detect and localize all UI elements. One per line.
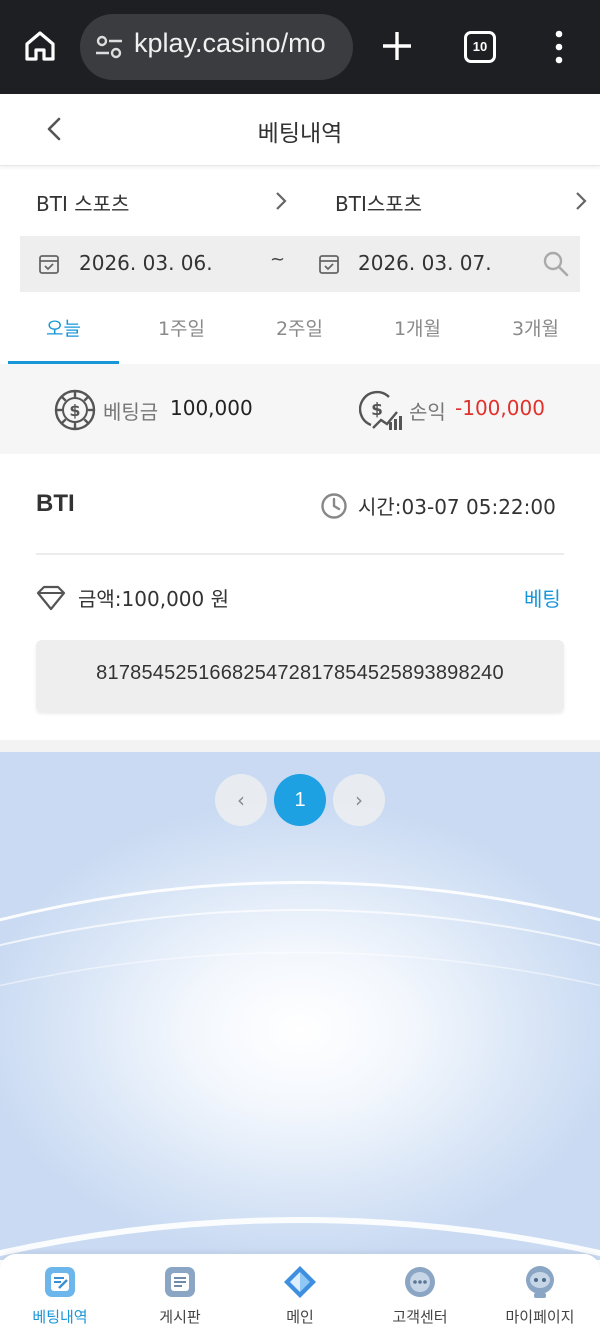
bet-amount: 금액:100,000 원 — [78, 587, 230, 611]
date-separator: ~ — [270, 249, 286, 270]
period-tabs: 오늘 1주일 2주일 1개월 3개월 — [8, 292, 600, 364]
board-icon — [165, 1267, 195, 1297]
date-from-field[interactable]: 2026. 03. 06. — [79, 251, 213, 275]
page-header: 베팅내역 — [0, 94, 600, 166]
diamond-icon — [36, 585, 66, 611]
tab-switcher-button[interactable]: 10 — [464, 31, 496, 63]
page-title: 베팅내역 — [257, 121, 343, 147]
bet-id-box: 81785452516682547281785452589389824​0 — [36, 640, 564, 712]
nav-item-board[interactable]: 게시판 — [120, 1254, 240, 1334]
pagination-next-button[interactable]: › — [333, 774, 385, 826]
tab-2-weeks[interactable]: 2주일 — [244, 292, 355, 364]
site-settings-icon[interactable] — [94, 34, 124, 60]
nav-item-bet-history[interactable]: 베팅내역 — [0, 1254, 120, 1334]
profit-label: 손익 — [409, 400, 446, 424]
search-icon[interactable] — [542, 250, 570, 278]
nav-item-main[interactable]: 메인 — [240, 1254, 360, 1334]
user-face-icon — [526, 1266, 554, 1298]
pagination-prev-button[interactable]: ‹ — [215, 774, 267, 826]
nav-label-my-page: 마이페이지 — [505, 1308, 575, 1326]
tab-1-week[interactable]: 1주일 — [126, 292, 237, 364]
provider-selector-right-label: BTI스포츠 — [335, 192, 423, 216]
new-tab-icon[interactable] — [380, 29, 414, 63]
provider-selector-left-label: BTI 스포츠 — [36, 192, 130, 216]
tab-3-months[interactable]: 3개월 — [480, 292, 591, 364]
bet-history-icon — [45, 1267, 75, 1297]
nav-label-board: 게시판 — [159, 1308, 201, 1326]
pagination-page-current[interactable]: 1 — [274, 774, 326, 826]
provider-selector-left[interactable]: BTI 스포츠 — [0, 166, 300, 236]
tab-1-month[interactable]: 1개월 — [362, 292, 473, 364]
svg-text:$: $ — [69, 401, 80, 420]
home-icon[interactable] — [22, 28, 58, 64]
more-menu-icon[interactable] — [552, 30, 566, 64]
profit-value: -100,000 — [455, 396, 545, 420]
date-to-field[interactable]: 2026. 03. 07. — [358, 251, 492, 275]
address-bar[interactable]: kplay.casino/mo — [80, 14, 353, 80]
chevron-right-icon — [276, 192, 287, 210]
calendar-icon — [319, 255, 339, 274]
bet-amount-label: 베팅금 — [103, 400, 159, 424]
url-text[interactable]: kplay.casino/mo — [134, 28, 326, 59]
profit-chart-icon: $ — [359, 390, 402, 430]
svg-text:$: $ — [371, 400, 383, 420]
chevron-right-icon — [576, 192, 587, 210]
clock-icon — [321, 493, 347, 519]
nav-label-main: 메인 — [286, 1308, 314, 1326]
tab-today[interactable]: 오늘 — [8, 292, 119, 364]
card-divider — [36, 553, 564, 555]
bet-summary: $ 베팅금 100,000 $ 손익 -100,000 — [0, 364, 600, 454]
nav-item-my-page[interactable]: 마이페이지 — [480, 1254, 600, 1334]
provider-selector-right[interactable]: BTI스포츠 — [300, 166, 600, 236]
bottom-navigation: 베팅내역 게시판 메인 고객센터 마이페이지 — [0, 1254, 600, 1334]
bet-provider: BTI — [36, 490, 75, 517]
chat-icon — [405, 1267, 435, 1297]
chip-dollar-icon: $ — [54, 389, 96, 431]
calendar-icon — [39, 255, 59, 274]
bet-amount-value: 100,000 — [170, 396, 253, 420]
bet-record-card: BTI 시간:03-07 05:22:00 금액:100,000 원 베팅 81… — [0, 454, 600, 740]
bet-time: 시간:03-07 05:22:00 — [358, 495, 556, 519]
nav-label-customer-center: 고객센터 — [392, 1308, 448, 1326]
browser-toolbar: kplay.casino/mo 10 — [0, 0, 600, 94]
date-range-bar: 2026. 03. 06. ~ 2026. 03. 07. — [20, 236, 580, 292]
main-diamond-icon — [284, 1266, 316, 1298]
nav-item-customer-center[interactable]: 고객센터 — [360, 1254, 480, 1334]
nav-label-bet-history: 베팅내역 — [32, 1308, 88, 1326]
bet-status-badge: 베팅 — [524, 587, 561, 611]
